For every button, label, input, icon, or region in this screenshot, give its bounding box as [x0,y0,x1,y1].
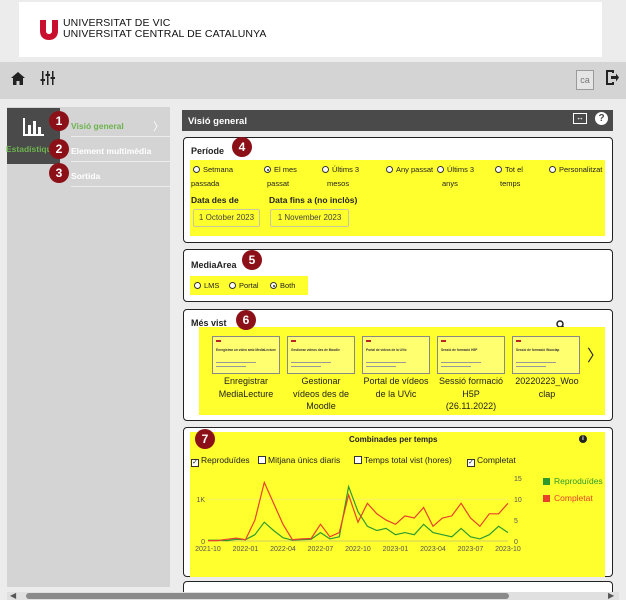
checkbox[interactable] [258,456,266,464]
checkbox-total-time[interactable]: Temps total vist (hores) [354,455,452,465]
video-thumbnail[interactable]: Sessió de formació Wooclap [512,336,580,374]
y-left-tick-label: 1K [196,497,205,504]
y-right-tick-label: 15 [514,476,522,483]
scroll-left-icon[interactable]: ◀ [10,591,16,600]
step-badge-4: 4 [232,137,252,157]
video-title[interactable]: Enregistrar MediaLecture [208,375,284,400]
line-chart: 0 1K 0 5 10 15 2021-10 2022-01 2022-04 2022-07 202… [195,476,522,553]
step-badge-7: 7 [195,429,215,449]
video-title[interactable]: 20220223_Woo clap [509,375,585,400]
period-option-custom[interactable]: Personalitzat [549,163,602,177]
carousel-next-icon[interactable]: 〉 [587,342,603,366]
chart-title: Combinades per temps [349,435,438,444]
date-to-input[interactable]: 1 November 2023 [270,209,349,227]
media-area-option-lms[interactable]: LMS [194,279,219,293]
sidebar-item-overview[interactable]: Visió general 〉 [71,112,170,137]
x-tick-label: 2022-07 [308,546,334,553]
date-from-input[interactable]: 1 October 2023 [193,209,260,227]
date-from-label: Data des de [191,195,239,205]
step-badge-5: 5 [242,250,262,270]
period-option-last-year[interactable]: Any passat [386,163,433,177]
video-title[interactable]: Portal de vídeos de la UVic [358,375,434,400]
legend-item-completed[interactable]: Completat [543,493,593,503]
bar-chart-icon [23,118,44,136]
x-tick-label: 2022-01 [233,546,259,553]
series-line-played [208,484,509,542]
period-option-last-3-months[interactable]: Últims 3 mesos [322,163,359,191]
x-tick-label: 2022-04 [270,546,296,553]
video-thumbnail[interactable]: Gestionar vídeos des de Moodle [287,336,355,374]
legend-item-played[interactable]: Reproduïdes [543,476,603,486]
video-thumbnail[interactable]: Sessió de formació H5P [437,336,505,374]
video-title[interactable]: Gestionar vídeos des de Moodle [283,375,359,413]
sidebar-item-media-element[interactable]: Element multimèdia [71,137,170,162]
period-option-last-3-years[interactable]: Últims 3 anys [437,163,474,191]
x-tick-label: 2023-01 [383,546,409,553]
radio-button[interactable] [549,166,556,173]
logo-area: UNIVERSITAT DE VIC UNIVERSITAT CENTRAL D… [19,2,602,57]
video-thumbnail[interactable]: Enregistrar un vídeo amb MediaLecture [212,336,280,374]
expand-width-icon[interactable]: ↔ [573,113,587,124]
radio-button[interactable] [194,282,201,289]
radio-button[interactable] [322,166,329,173]
home-icon[interactable] [11,72,25,85]
y-right-tick-label: 10 [514,497,522,504]
logo-line-2: UNIVERSITAT CENTRAL DE CATALUNYA [63,28,267,40]
toolbar [0,62,626,99]
scroll-right-icon[interactable]: ▶ [608,591,614,600]
radio-button[interactable] [270,282,277,289]
media-area-option-both[interactable]: Both [270,279,295,293]
sidebar-item-output[interactable]: Sortida [71,162,170,187]
step-badge-2: 2 [49,139,69,159]
period-option-last-month[interactable]: El mes passat [264,163,297,191]
radio-button[interactable] [229,282,236,289]
media-area-title: MediaArea [191,260,237,270]
university-name: UNIVERSITAT DE VIC UNIVERSITAT CENTRAL D… [63,18,267,40]
radio-button[interactable] [386,166,393,173]
help-icon[interactable]: ? [595,112,608,125]
x-tick-label: 2023-10 [495,546,521,553]
period-option-all-time[interactable]: Tot el temps [495,163,523,191]
x-tick-label: 2022-10 [345,546,371,553]
checkbox-avg-unique[interactable]: Mitjana únics diaris [258,455,340,465]
radio-button[interactable] [264,166,271,173]
scrollbar-thumb[interactable] [26,593,509,599]
y-right-tick-label: 0 [514,539,518,546]
y-right-tick-label: 5 [514,518,518,525]
x-tick-label: 2021-10 [195,546,221,553]
x-tick-label: 2023-04 [420,546,446,553]
video-thumbnail[interactable]: Portal de vídeos de la UVic [362,336,430,374]
radio-button[interactable] [437,166,444,173]
radio-button[interactable] [495,166,502,173]
info-icon[interactable]: i [579,435,587,443]
period-title: Període [191,146,225,156]
date-to-label: Data fins a (no inclòs) [269,195,358,205]
step-badge-1: 1 [49,111,69,131]
media-area-option-portal[interactable]: Portal [229,279,259,293]
sidebar-item-label: Element multimèdia [71,146,152,156]
step-badge-6: 6 [236,310,256,330]
sidebar-item-label: Sortida [71,171,101,181]
video-title[interactable]: Sessió formació H5P (26.11.2022) [433,375,509,413]
radio-button[interactable] [193,166,200,173]
y-left-tick-label: 0 [201,539,205,546]
exit-icon[interactable] [606,70,619,85]
page-title: Visió general [188,116,247,127]
step-badge-3: 3 [49,163,69,183]
chevron-right-icon: 〉 [153,121,164,133]
main-title-bar: Visió general [182,110,613,131]
sliders-icon[interactable] [40,71,55,85]
x-tick-label: 2023-07 [458,546,484,553]
sidebar-item-label: Visió general [71,121,124,131]
university-logo-icon [40,20,58,40]
language-button[interactable]: ca [576,70,594,90]
period-option-last-week[interactable]: Setmana passada [191,163,233,191]
checkbox[interactable] [354,456,362,464]
